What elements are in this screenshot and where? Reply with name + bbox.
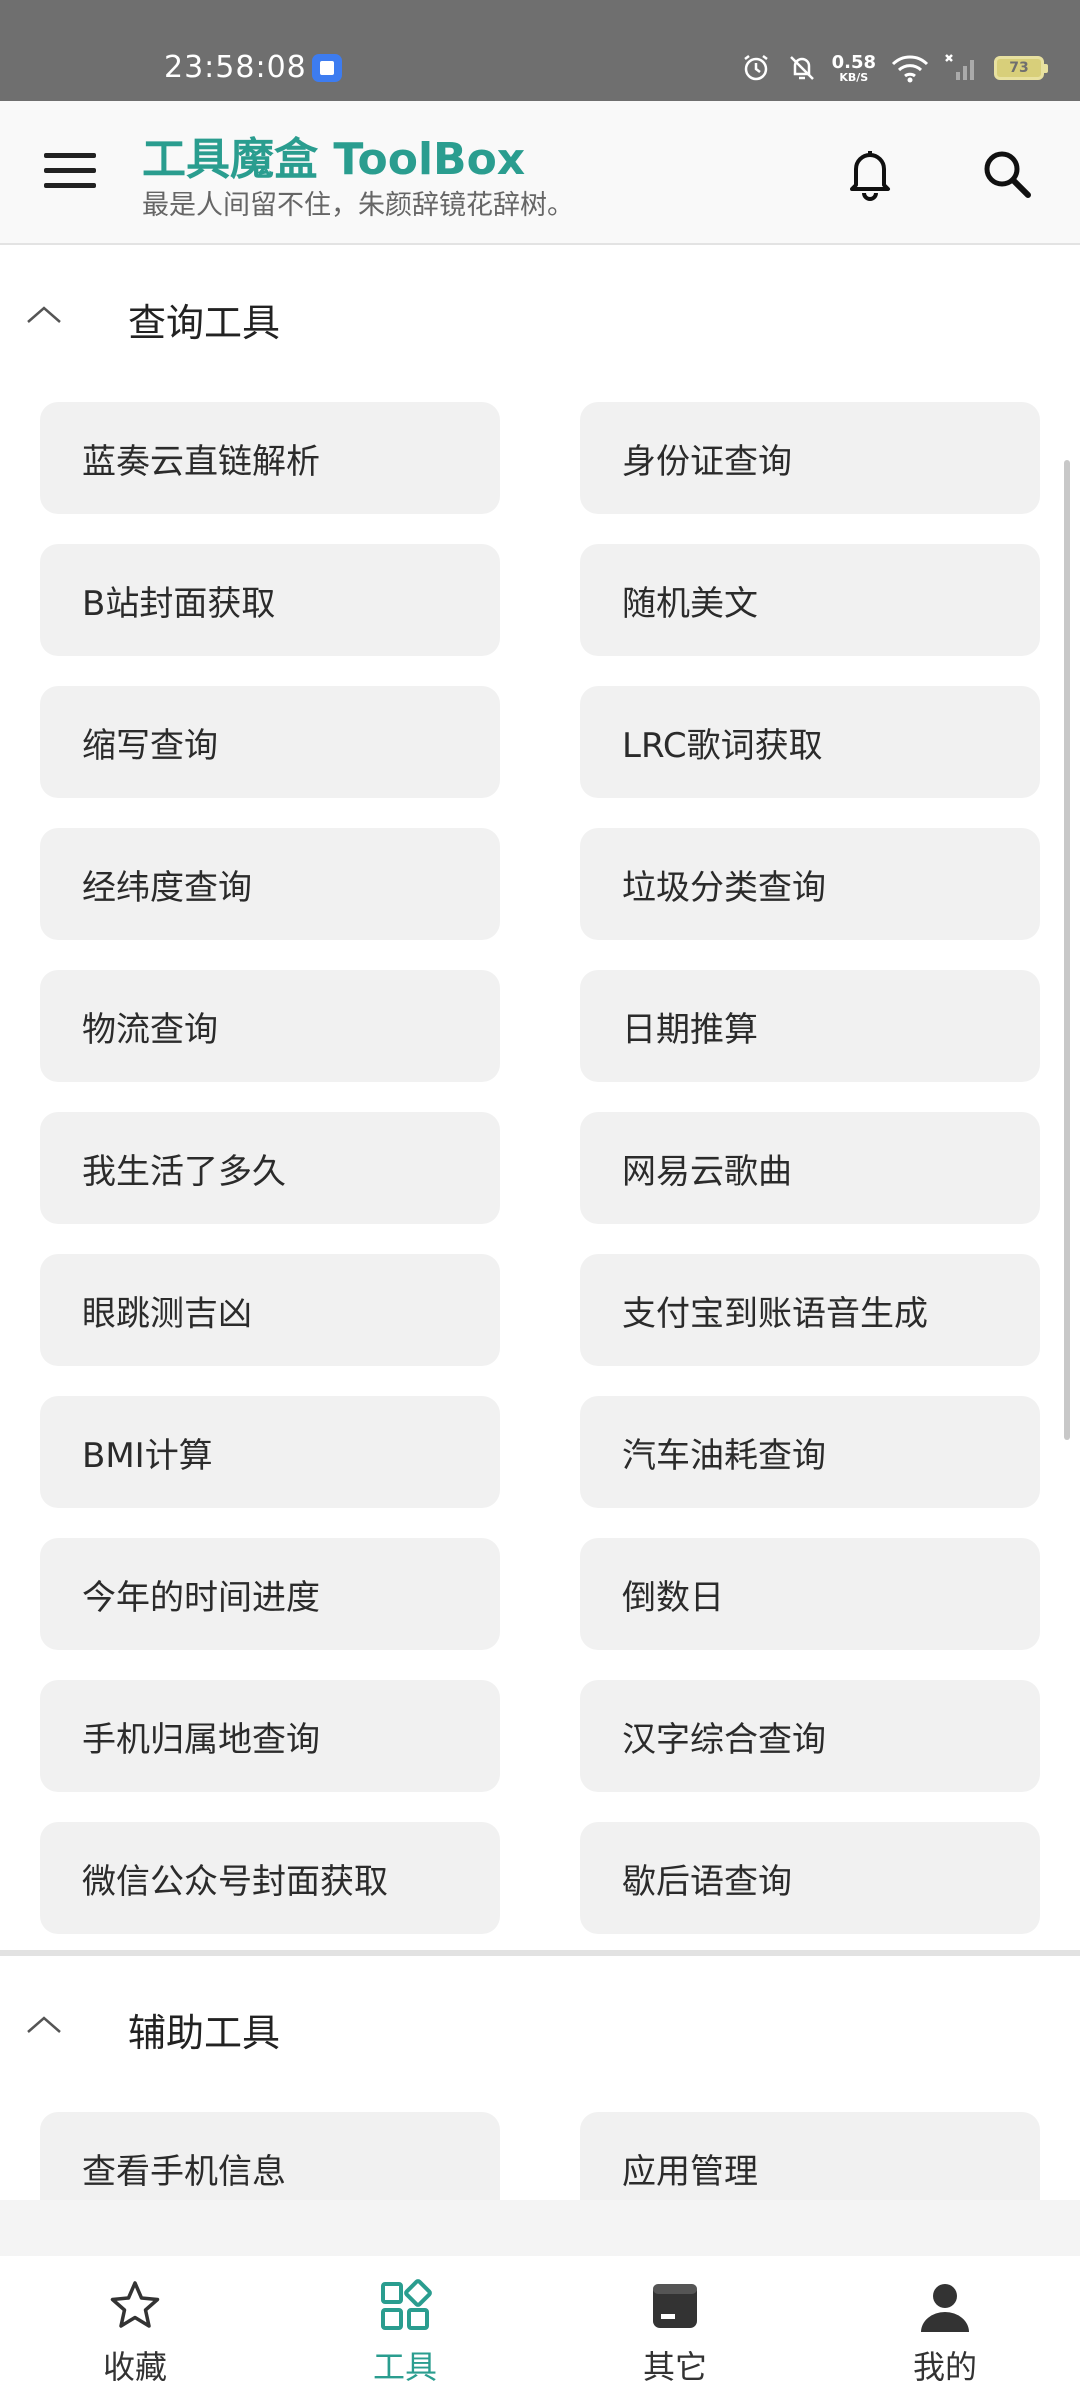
app-bar: 工具魔盒 ToolBox 最是人间留不住，朱颜辞镜花辞树。 bbox=[0, 101, 1080, 245]
chevron-up-icon bbox=[27, 2016, 61, 2033]
status-icons: 0.58 KB/S 73 bbox=[740, 48, 1048, 88]
helper-tools-grid: 查看手机信息 应用管理 bbox=[40, 2112, 1040, 2200]
tool-button[interactable]: 随机美文 bbox=[580, 544, 1040, 656]
status-bar: 23:58:08 0.58 KB/S 73 bbox=[0, 0, 1080, 101]
nav-item-other[interactable]: 其它 bbox=[540, 2256, 810, 2400]
nav-label: 我的 bbox=[912, 2348, 977, 2386]
tool-button[interactable]: 日期推算 bbox=[580, 970, 1040, 1082]
tool-button[interactable]: 缩写查询 bbox=[40, 686, 500, 798]
alarm-icon bbox=[743, 55, 768, 81]
section-header-helper-tools[interactable]: 辅助工具 bbox=[0, 1956, 1080, 2096]
tool-button[interactable]: 查看手机信息 bbox=[40, 2112, 500, 2200]
query-tools-grid: 蓝奏云直链解析 身份证查询 B站封面获取 随机美文 缩写查询 LRC歌词获取 经… bbox=[40, 402, 1040, 1934]
tool-button[interactable]: B站封面获取 bbox=[40, 544, 500, 656]
tool-button[interactable]: 我生活了多久 bbox=[40, 1112, 500, 1224]
tool-button[interactable]: 汽车油耗查询 bbox=[580, 1396, 1040, 1508]
status-time: 23:58:08 bbox=[164, 50, 307, 85]
tool-button[interactable]: 手机归属地查询 bbox=[40, 1680, 500, 1792]
folder-icon bbox=[653, 2284, 697, 2328]
net-speed: 0.58 KB/S bbox=[831, 51, 876, 84]
tool-button[interactable]: 支付宝到账语音生成 bbox=[580, 1254, 1040, 1366]
tool-button[interactable]: 歇后语查询 bbox=[580, 1822, 1040, 1934]
bottom-navigation: 收藏 工具 其它 我的 bbox=[0, 2256, 1080, 2400]
app-title: 工具魔盒 ToolBox bbox=[142, 134, 526, 185]
tool-button[interactable]: 垃圾分类查询 bbox=[580, 828, 1040, 940]
tool-button[interactable]: 倒数日 bbox=[580, 1538, 1040, 1650]
tool-button[interactable]: 微信公众号封面获取 bbox=[40, 1822, 500, 1934]
tool-button[interactable]: 网易云歌曲 bbox=[580, 1112, 1040, 1224]
menu-button[interactable] bbox=[44, 153, 96, 189]
nav-label: 工具 bbox=[372, 2348, 437, 2386]
wifi-icon bbox=[891, 55, 929, 83]
tool-button[interactable]: BMI计算 bbox=[40, 1396, 500, 1508]
nav-item-tools[interactable]: 工具 bbox=[270, 2256, 540, 2400]
tool-button[interactable]: 汉字综合查询 bbox=[580, 1680, 1040, 1792]
tool-button[interactable]: 身份证查询 bbox=[580, 402, 1040, 514]
tool-button[interactable]: 应用管理 bbox=[580, 2112, 1040, 2200]
chevron-up-icon bbox=[27, 306, 61, 323]
grid-icon bbox=[381, 2279, 432, 2330]
tool-button[interactable]: 物流查询 bbox=[40, 970, 500, 1082]
star-icon bbox=[110, 2281, 160, 2328]
nav-label: 其它 bbox=[642, 2348, 707, 2386]
app-subtitle: 最是人间留不住，朱颜辞镜花辞树。 bbox=[142, 190, 574, 221]
nav-item-favorites[interactable]: 收藏 bbox=[0, 2256, 270, 2400]
app-notification-icon bbox=[312, 54, 342, 82]
person-icon bbox=[921, 2284, 969, 2332]
section-title: 辅助工具 bbox=[128, 2011, 281, 2055]
scrollbar[interactable] bbox=[1064, 460, 1070, 1440]
tool-button[interactable]: LRC歌词获取 bbox=[580, 686, 1040, 798]
battery-icon: 73 bbox=[994, 56, 1048, 80]
tool-button[interactable]: 今年的时间进度 bbox=[40, 1538, 500, 1650]
signal-icon bbox=[945, 54, 974, 80]
nav-spacer bbox=[0, 2200, 1080, 2256]
nav-item-profile[interactable]: 我的 bbox=[810, 2256, 1080, 2400]
tool-button[interactable]: 眼跳测吉凶 bbox=[40, 1254, 500, 1366]
tool-list[interactable]: 查询工具 蓝奏云直链解析 身份证查询 B站封面获取 随机美文 缩写查询 LRC歌… bbox=[0, 246, 1080, 2200]
search-icon[interactable] bbox=[978, 143, 1034, 203]
mute-icon bbox=[789, 56, 814, 80]
tool-button[interactable]: 经纬度查询 bbox=[40, 828, 500, 940]
section-title: 查询工具 bbox=[128, 301, 281, 345]
section-header-query-tools[interactable]: 查询工具 bbox=[0, 246, 1080, 386]
tool-button[interactable]: 蓝奏云直链解析 bbox=[40, 402, 500, 514]
nav-label: 收藏 bbox=[102, 2348, 167, 2386]
notification-bell-icon[interactable] bbox=[842, 143, 898, 203]
